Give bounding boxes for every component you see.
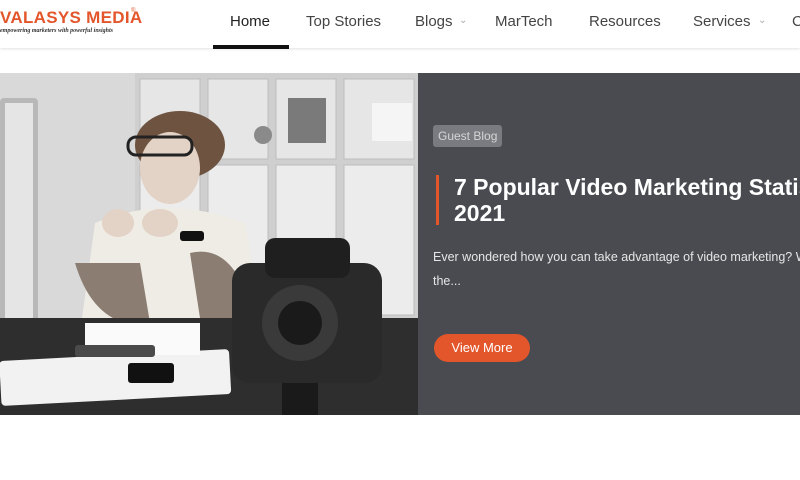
title-accent-bar xyxy=(436,175,439,225)
nav-top-stories[interactable]: Top Stories xyxy=(306,0,381,48)
featured-content-panel: Guest Blog 7 Popular Video Marketing Sta… xyxy=(418,73,800,415)
chevron-down-icon[interactable]: ⌄ xyxy=(459,15,467,26)
post-excerpt: Ever wondered how you can take advantage… xyxy=(433,250,800,288)
nav-active-indicator xyxy=(213,45,289,49)
featured-photo-illustration xyxy=(0,73,418,415)
nav-item-partial[interactable]: C xyxy=(792,0,800,48)
logo-trademark: ® xyxy=(131,8,136,14)
logo-name: VALASYS MEDIA xyxy=(0,8,143,27)
category-badge[interactable]: Guest Blog xyxy=(433,125,503,147)
view-more-button[interactable]: View More xyxy=(434,334,530,362)
nav-blogs[interactable]: Blogs xyxy=(415,0,453,48)
site-header: VALASYS MEDIA ® empowering marketers wit… xyxy=(0,0,800,49)
nav-resources[interactable]: Resources xyxy=(589,0,661,48)
site-logo[interactable]: VALASYS MEDIA ® empowering marketers wit… xyxy=(0,8,145,40)
nav-services[interactable]: Services xyxy=(693,0,751,48)
chevron-down-icon[interactable]: ⌄ xyxy=(758,15,766,26)
nav-home[interactable]: Home xyxy=(230,0,270,48)
featured-photo[interactable] xyxy=(0,73,418,415)
logo-tagline: empowering marketers with powerful insig… xyxy=(0,28,114,34)
post-title[interactable]: 7 Popular Video Marketing Statis for 202… xyxy=(454,174,800,226)
featured-post: Guest Blog 7 Popular Video Marketing Sta… xyxy=(0,73,800,415)
nav-martech[interactable]: MarTech xyxy=(495,0,553,48)
